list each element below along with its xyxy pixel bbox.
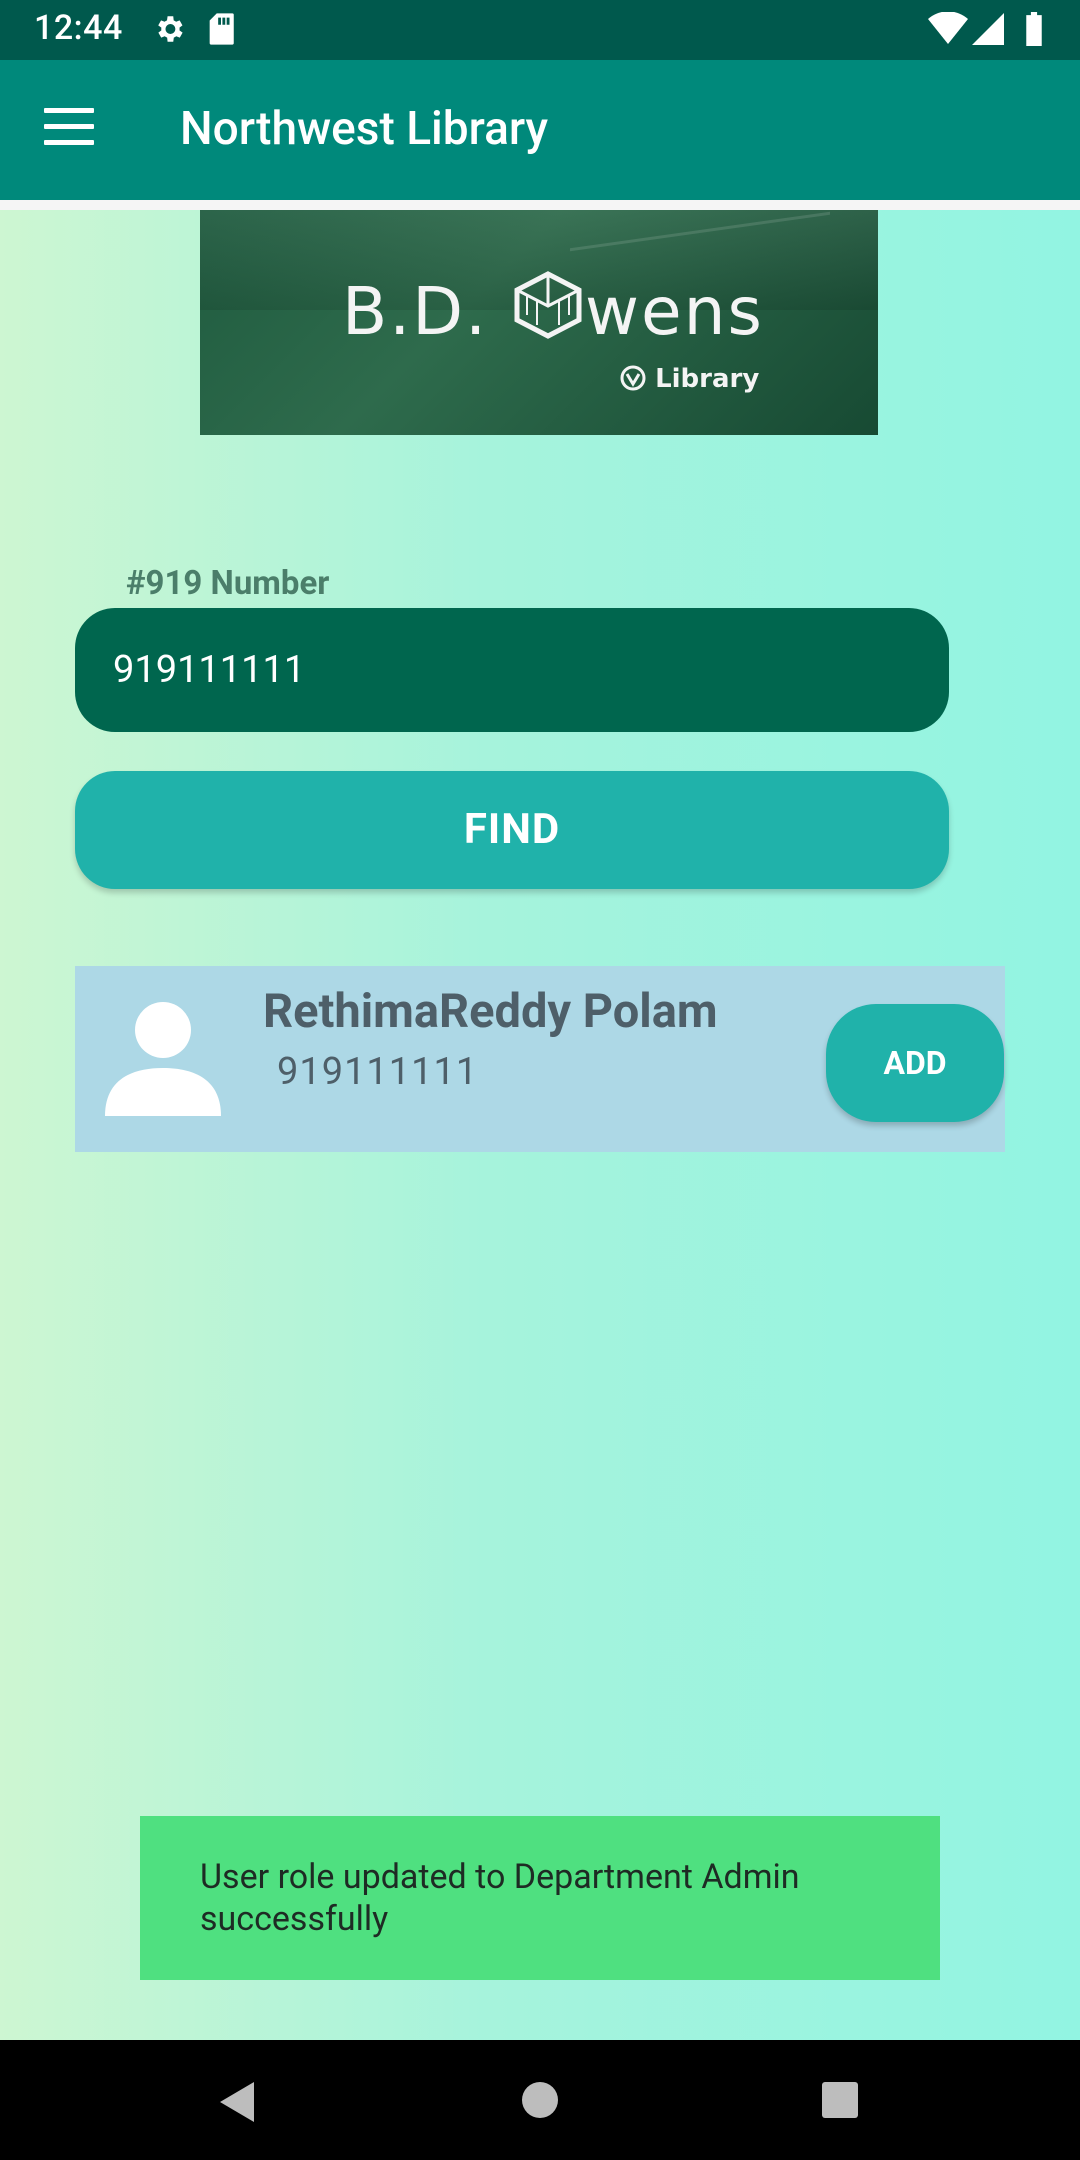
settings-icon bbox=[152, 12, 186, 50]
banner-subtitle: Library bbox=[620, 364, 759, 394]
owens-logo-icon bbox=[511, 270, 585, 356]
home-icon[interactable] bbox=[520, 2080, 560, 2124]
wifi-icon bbox=[928, 11, 968, 50]
hamburger-menu-icon[interactable] bbox=[44, 108, 94, 148]
sd-card-icon bbox=[206, 12, 236, 50]
banner-brand-right: wens bbox=[585, 273, 764, 350]
back-icon[interactable] bbox=[218, 2080, 258, 2128]
library-seal-icon bbox=[620, 364, 655, 394]
number-input[interactable]: 919111111 bbox=[75, 608, 949, 732]
library-banner-image: B.D. wens Library bbox=[200, 210, 878, 435]
recents-icon[interactable] bbox=[820, 2080, 860, 2124]
status-time: 12:44 bbox=[34, 8, 123, 48]
banner-brand-left: B.D. bbox=[342, 273, 489, 350]
user-number: 919111111 bbox=[277, 1050, 479, 1094]
status-bar: 12:44 bbox=[0, 0, 1080, 60]
user-name: RethimaReddy Polam bbox=[263, 984, 718, 1039]
find-button[interactable]: FIND bbox=[75, 771, 949, 889]
app-bar: Northwest Library bbox=[0, 60, 1080, 200]
toast-message: User role updated to Department Admin su… bbox=[140, 1816, 940, 1980]
appbar-divider bbox=[0, 200, 1080, 210]
add-button[interactable]: ADD bbox=[826, 1004, 1004, 1122]
app-title: Northwest Library bbox=[180, 102, 549, 156]
system-nav-bar bbox=[0, 2040, 1080, 2160]
signal-icon bbox=[972, 12, 1004, 50]
user-result-card: RethimaReddy Polam 919111111 ADD bbox=[75, 966, 1005, 1152]
battery-icon bbox=[1024, 12, 1044, 50]
user-avatar-icon bbox=[103, 998, 223, 1118]
number-field-label: #919 Number bbox=[126, 564, 330, 603]
banner-brand: B.D. wens bbox=[342, 270, 764, 356]
